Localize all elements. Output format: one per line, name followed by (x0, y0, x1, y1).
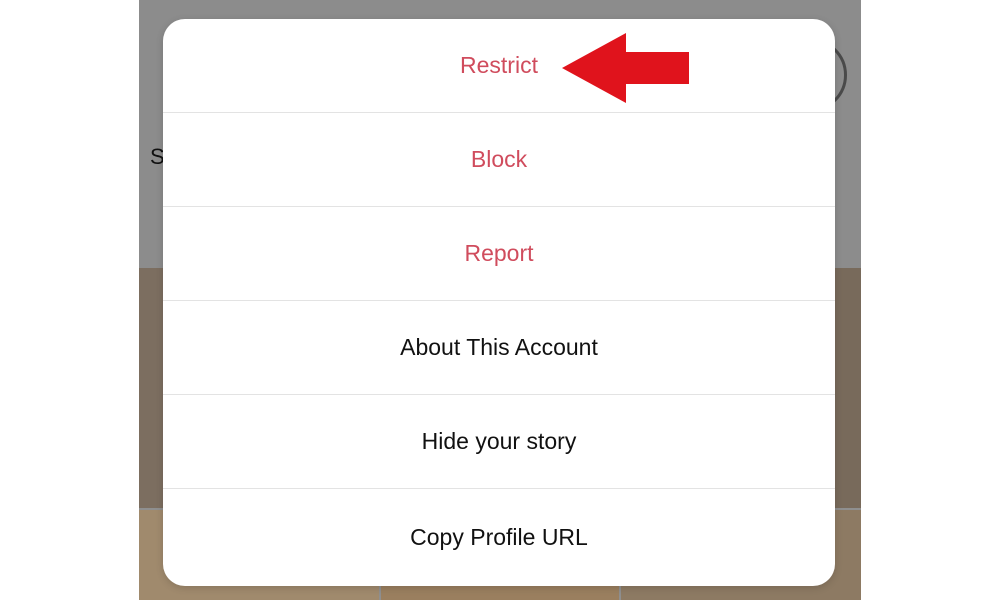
copy-profile-url-button[interactable]: Copy Profile URL (163, 489, 835, 586)
block-button[interactable]: Block (163, 113, 835, 207)
about-this-account-button[interactable]: About This Account (163, 301, 835, 395)
hide-your-story-button[interactable]: Hide your story (163, 395, 835, 489)
red-arrow-annotation-icon (562, 33, 689, 103)
restrict-button[interactable]: Restrict (163, 19, 835, 113)
action-sheet: Restrict Block Report About This Account… (163, 19, 835, 586)
report-button[interactable]: Report (163, 207, 835, 301)
